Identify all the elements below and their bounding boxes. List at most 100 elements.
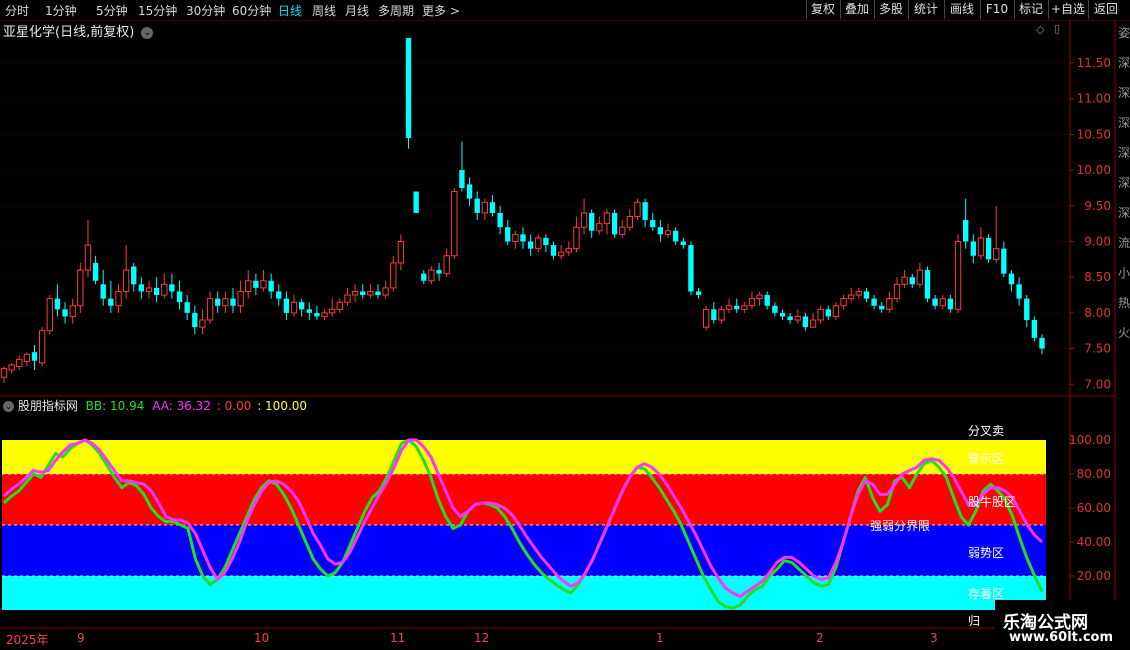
candle-body <box>290 301 298 314</box>
price-tick-label: 7.00 <box>1084 377 1111 391</box>
bb-value: BB: 10.94 <box>85 399 145 413</box>
multi-stock-button[interactable]: 多股 <box>874 0 907 19</box>
candle-body <box>459 170 465 188</box>
candle-body <box>497 212 503 228</box>
tab-daily[interactable]: 日线 <box>278 2 302 19</box>
price-tick-label: 8.50 <box>1084 270 1111 284</box>
candle-body <box>1008 273 1015 285</box>
stats-button[interactable]: 统计 <box>908 0 943 19</box>
strip-glyph: 流 <box>1118 236 1130 250</box>
candle-body <box>138 284 145 292</box>
candle-body <box>916 269 924 285</box>
candle-body <box>276 291 282 299</box>
tab-timeshare[interactable]: 分时 <box>5 2 29 19</box>
candle-body <box>650 220 656 228</box>
indicator-tick-label: 60.00 <box>1077 501 1111 515</box>
time-axis: 2025年 9 10 11 12 1 2 3 <box>0 629 995 650</box>
chevron-down-icon[interactable]: ⌄ <box>141 26 154 39</box>
f10-button[interactable]: F10 <box>980 0 1013 19</box>
price-tick-label: 10.00 <box>1077 163 1111 177</box>
indicator-header: ⌄ 股朋指标网 BB: 10.94 AA: 36.32 : 0.00 : 100… <box>3 397 307 414</box>
candle-body <box>543 237 549 246</box>
zone-label-sell: 分叉卖 <box>968 424 1005 438</box>
candle-body <box>215 298 221 306</box>
stock-title: 亚星化学(日线,前复权) <box>3 25 135 40</box>
candle-body <box>145 287 153 292</box>
candle-body <box>8 364 15 371</box>
candle-body <box>1001 248 1007 274</box>
tab-weekly[interactable]: 周线 <box>312 2 336 19</box>
time-label: 10 <box>254 631 270 645</box>
candle-body <box>481 201 489 214</box>
candle-body <box>428 269 435 282</box>
candle-body <box>993 248 1000 260</box>
zone-label-divider: 强弱分界限 <box>870 519 931 533</box>
candle-body <box>772 305 778 313</box>
candle-body <box>947 298 954 310</box>
candle-body <box>634 201 641 218</box>
brand-watermark: 乐淘公式网 www.60lt.com <box>995 600 1130 650</box>
candle-body <box>794 315 801 321</box>
mark-button[interactable]: 标记 <box>1014 0 1047 19</box>
zone-label-bull: 股牛股区 <box>968 495 1017 509</box>
tab-5min[interactable]: 5分钟 <box>96 2 128 19</box>
candle-body <box>283 298 290 313</box>
time-label: 12 <box>474 631 490 645</box>
tab-30min[interactable]: 30分钟 <box>186 2 225 19</box>
candle-body <box>855 290 862 296</box>
candle-body <box>977 237 985 257</box>
strip-glyph: 深 <box>1118 206 1130 220</box>
candle-body <box>985 237 992 260</box>
candle-body <box>1039 337 1045 349</box>
candle-body <box>397 240 405 264</box>
candle-body <box>253 280 259 288</box>
diamond-icon[interactable]: ◇ <box>1036 23 1044 36</box>
candle-body <box>466 184 473 199</box>
adjust-button[interactable]: 复权 <box>806 0 839 19</box>
candle-body <box>535 237 542 250</box>
tab-1min[interactable]: 1分钟 <box>45 2 77 19</box>
tab-60min[interactable]: 60分钟 <box>232 2 271 19</box>
candle-body <box>611 212 618 235</box>
candle-body <box>413 191 419 213</box>
draw-button[interactable]: 画线 <box>944 0 979 19</box>
candle-body <box>756 294 763 300</box>
indicator-toggle-icon[interactable]: ⌄ <box>3 401 14 412</box>
brand-url: www.60lt.com <box>1009 630 1114 645</box>
candle-body <box>46 298 53 332</box>
add-watchlist-button[interactable]: +自选 <box>1048 0 1087 19</box>
candle-body <box>443 255 450 275</box>
strip-glyph: 深 <box>1118 86 1130 100</box>
time-label: 2 <box>816 631 824 645</box>
tab-multi-period[interactable]: 多周期 <box>378 2 414 19</box>
candle-body <box>963 220 969 242</box>
candle-body <box>871 298 877 306</box>
tab-more[interactable]: 更多 > <box>422 2 460 19</box>
candle-body <box>306 309 312 313</box>
candle-body <box>901 276 908 285</box>
tab-monthly[interactable]: 月线 <box>345 2 369 19</box>
candle-body <box>589 212 595 231</box>
candle-body <box>596 223 603 232</box>
overlay-button[interactable]: 叠加 <box>840 0 873 19</box>
candle-body <box>886 298 893 310</box>
candle-body <box>741 305 748 310</box>
candle-body <box>131 266 137 285</box>
back-button[interactable]: 返回 <box>1088 0 1123 19</box>
stock-title-bar: 亚星化学(日线,前复权) ⌄ <box>3 21 154 40</box>
price-tick-label: 10.50 <box>1077 127 1111 141</box>
candle-body <box>802 316 809 328</box>
strip-glyph: 深 <box>1118 56 1130 70</box>
candle-body <box>245 280 252 292</box>
window-icon[interactable]: ▯ <box>1054 22 1060 35</box>
aa-value: AA: 36.32 <box>152 399 211 413</box>
candle-body <box>184 302 190 313</box>
candle-body <box>672 230 679 242</box>
candle-body <box>321 312 328 317</box>
candle-body <box>932 298 938 306</box>
candle-body <box>787 316 793 321</box>
candle-body <box>108 298 114 306</box>
tab-15min[interactable]: 15分钟 <box>138 2 177 19</box>
candle-body <box>817 308 824 321</box>
candle-body <box>718 308 725 321</box>
